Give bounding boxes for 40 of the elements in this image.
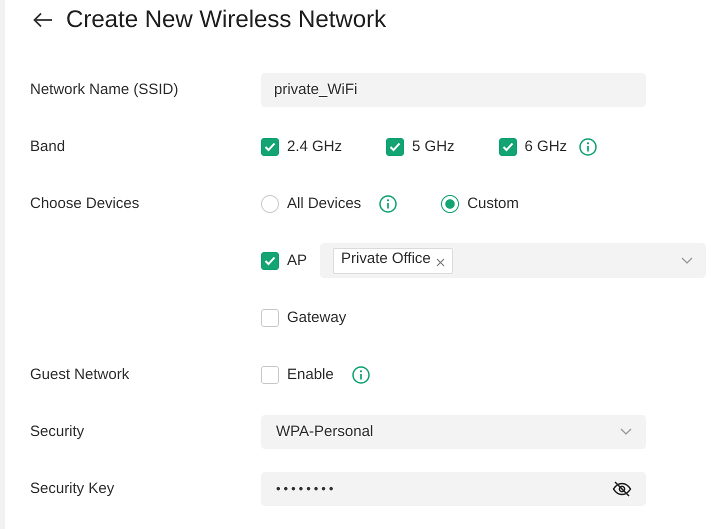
check-icon [389,142,402,152]
remove-icon[interactable] [436,258,445,266]
checkbox[interactable] [261,308,279,326]
checkbox-label: 2.4 GHz [287,138,342,155]
check-icon [264,256,276,266]
check-icon [502,142,514,152]
chevron-down-icon[interactable] [620,428,632,435]
password-field[interactable]: •••••••• [261,472,646,506]
field-label: Choose Devices [30,194,140,212]
device-tag: Private Office [333,248,453,274]
ssid-input-field[interactable]: private_WiFi [261,72,646,106]
checkbox-label: AP [287,252,308,269]
checkbox[interactable] [386,138,404,156]
checkbox[interactable] [261,252,279,270]
checkbox[interactable] [261,366,279,384]
security-dropdown[interactable]: WPA-Personal [261,414,646,448]
field-label: Guest Network [30,366,130,383]
field-label: Security Key [30,480,116,497]
checkbox[interactable] [261,138,279,156]
checkbox-label: 5 GHz [412,138,455,155]
checkbox[interactable] [498,138,517,156]
info-icon[interactable] [379,194,398,212]
check-icon [264,142,276,152]
eye-slash-icon[interactable] [612,480,632,496]
checkbox-label: 6 GHz [524,138,568,155]
field-label: Security [30,423,86,440]
device-select[interactable]: Private Office [320,243,706,278]
checkbox-label: Enable [287,366,334,383]
radio-button[interactable] [441,194,460,212]
radio-button[interactable] [261,194,279,212]
info-icon[interactable] [352,366,370,384]
back-arrow-icon[interactable] [33,12,53,28]
radio-label: All Devices [287,195,362,212]
checkbox-label: Gateway [287,309,346,326]
page-title: Create New Wireless Network [66,6,386,34]
chevron-down-icon[interactable] [681,257,694,264]
info-icon[interactable] [579,138,598,156]
field-label: Band [30,138,66,155]
field-label: Network Name (SSID) [30,81,180,98]
radio-label: Custom [467,195,519,212]
